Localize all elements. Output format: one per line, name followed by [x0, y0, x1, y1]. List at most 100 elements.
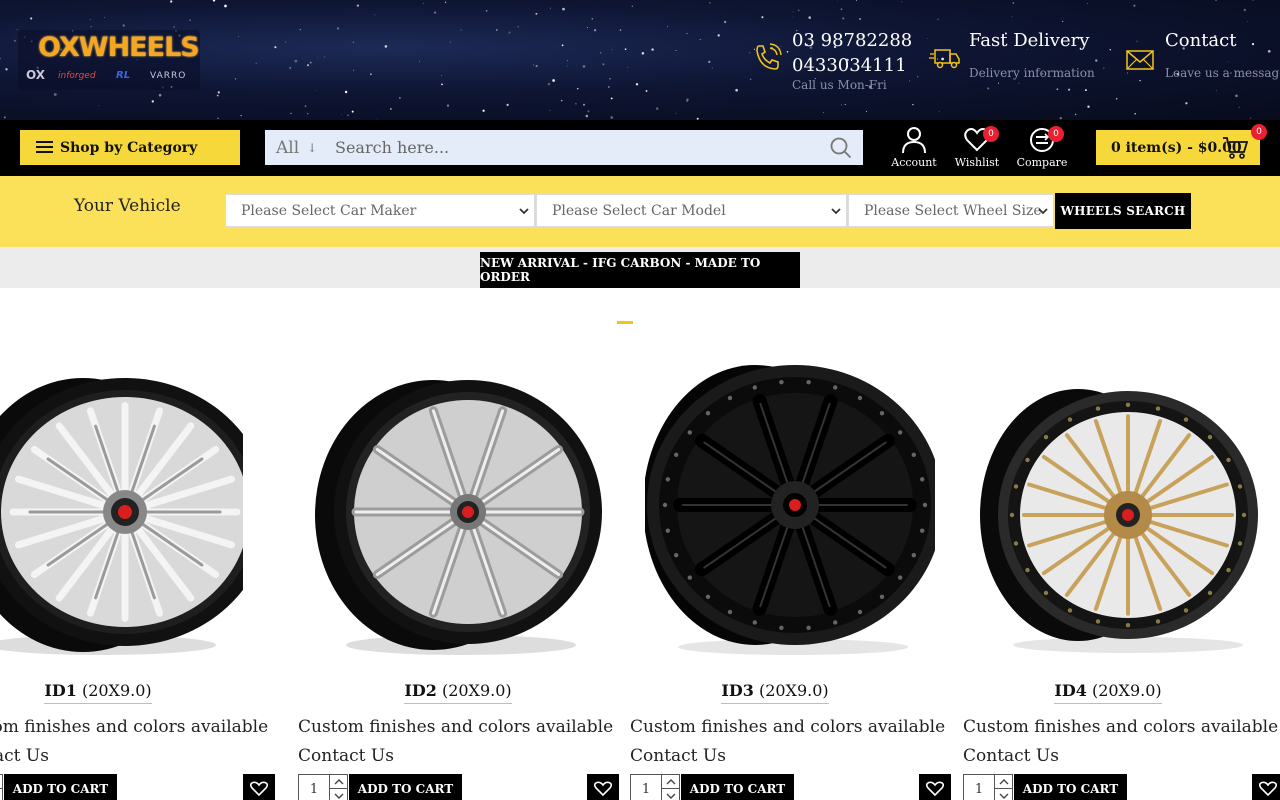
star — [224, 4, 227, 8]
product-size: (20X9.0) — [81, 681, 152, 700]
star — [686, 32, 688, 35]
quantity-input[interactable] — [300, 775, 328, 800]
add-to-cart-button[interactable]: ADD TO CART — [681, 774, 794, 800]
star — [482, 109, 485, 112]
shop-by-category-label: Shop by Category — [60, 139, 198, 156]
product-contact-link[interactable]: Contact Us — [0, 746, 49, 766]
star — [374, 14, 376, 16]
wheel-image[interactable] — [645, 355, 935, 660]
quantity-down-button[interactable] — [0, 789, 2, 800]
rim-bolt — [779, 625, 784, 630]
star — [1133, 4, 1136, 7]
star — [317, 57, 318, 59]
quantity-down-button[interactable] — [994, 789, 1012, 800]
star — [89, 19, 91, 20]
rim-bolt — [662, 502, 668, 508]
product-title: ID4 (20X9.0) — [963, 681, 1253, 704]
star — [667, 26, 668, 28]
shop-by-category-button[interactable]: Shop by Category — [20, 130, 240, 165]
star — [549, 7, 551, 9]
star — [496, 29, 498, 31]
brand-logos-strip: OX inforged RL VARRO — [26, 68, 185, 82]
add-to-wishlist-button[interactable] — [243, 774, 275, 800]
wishlist-label: Wishlist — [954, 156, 1000, 169]
quantity-up-button[interactable] — [661, 775, 679, 789]
star — [552, 79, 555, 82]
star — [631, 5, 633, 7]
product-contact-link[interactable]: Contact Us — [630, 746, 726, 766]
star — [585, 114, 589, 118]
phone-number-1[interactable]: 03 98782288 — [792, 30, 912, 51]
star — [901, 1, 903, 3]
rim-bolt — [857, 395, 863, 401]
wheel-image[interactable] — [313, 355, 603, 660]
star — [582, 65, 586, 68]
product-name-link[interactable]: ID3 — [721, 681, 754, 700]
wheel-image[interactable] — [0, 355, 243, 660]
add-to-cart-button[interactable]: ADD TO CART — [349, 774, 462, 800]
product-name-link[interactable]: ID2 — [404, 681, 437, 700]
star — [352, 41, 355, 43]
header-phone[interactable]: 03 98782288 0433034111 Call us Mon-Fri — [752, 30, 912, 100]
cart-icon — [1223, 137, 1248, 159]
rim-bolt — [1095, 406, 1101, 411]
star — [1109, 48, 1112, 51]
quantity-down-button[interactable] — [661, 789, 679, 800]
header-delivery[interactable]: Fast Delivery Delivery information — [929, 30, 1099, 90]
search-button[interactable] — [819, 130, 863, 165]
product-name-link[interactable]: ID1 — [44, 681, 77, 700]
star — [299, 28, 302, 31]
star — [610, 116, 614, 119]
product-name-link[interactable]: ID4 — [1054, 681, 1087, 700]
star — [937, 18, 939, 20]
site-logo[interactable]: OXWHEELS OX inforged RL VARRO — [18, 30, 200, 90]
product-card: ID4 (20X9.0) Custom finishes and colors … — [963, 355, 1280, 800]
product-contact-link[interactable]: Contact Us — [298, 746, 394, 766]
add-to-wishlist-button[interactable] — [919, 774, 951, 800]
search-category-dropdown[interactable]: All ↓ — [265, 130, 327, 165]
star — [533, 64, 535, 66]
add-to-wishlist-button[interactable] — [1252, 774, 1280, 800]
quantity-input[interactable] — [965, 775, 993, 800]
quantity-input[interactable] — [632, 775, 660, 800]
new-arrival-button[interactable]: NEW ARRIVAL - IFG CARBON - MADE TO ORDER — [480, 252, 800, 288]
rim-bolt — [922, 502, 928, 508]
star — [577, 88, 579, 90]
product-contact-link[interactable]: Contact Us — [963, 746, 1059, 766]
rim-bolt — [879, 411, 885, 416]
quantity-up-button[interactable] — [0, 775, 2, 789]
add-to-cart-button[interactable]: ADD TO CART — [1014, 774, 1127, 800]
star — [90, 26, 92, 28]
star — [792, 11, 794, 13]
account-link[interactable]: Account — [884, 126, 944, 172]
header-contact[interactable]: Contact Leave us a message — [1125, 30, 1280, 90]
star — [315, 90, 317, 91]
cart-button[interactable]: 0 item(s) - $0.00 — [1096, 130, 1260, 165]
star — [212, 0, 216, 2]
add-to-cart-button[interactable]: ADD TO CART — [4, 774, 117, 800]
star — [351, 110, 354, 113]
quantity-down-button[interactable] — [329, 789, 347, 800]
star — [289, 66, 292, 69]
star — [1012, 2, 1015, 4]
quantity-up-button[interactable] — [329, 775, 347, 789]
wheel-size-select[interactable]: Please Select Wheel Size — [848, 194, 1054, 227]
rim-bolt — [752, 620, 757, 625]
wheel-image[interactable] — [978, 355, 1268, 660]
star — [16, 28, 18, 30]
car-model-select[interactable]: Please Select Car Model — [536, 194, 847, 227]
wheels-search-button[interactable]: WHEELS SEARCH — [1055, 193, 1191, 229]
star — [1087, 3, 1088, 5]
star — [347, 114, 349, 117]
add-to-wishlist-button[interactable] — [587, 774, 619, 800]
quantity-stepper — [963, 774, 1013, 800]
search-input[interactable] — [327, 130, 819, 165]
rim-bolt — [806, 625, 811, 630]
star — [635, 83, 639, 86]
car-maker-select[interactable]: Please Select Car Maker — [225, 194, 535, 227]
rim-bolt — [833, 385, 838, 390]
quantity-up-button[interactable] — [994, 775, 1012, 789]
star — [13, 39, 16, 42]
star — [535, 64, 538, 68]
phone-number-2[interactable]: 0433034111 — [792, 55, 907, 76]
